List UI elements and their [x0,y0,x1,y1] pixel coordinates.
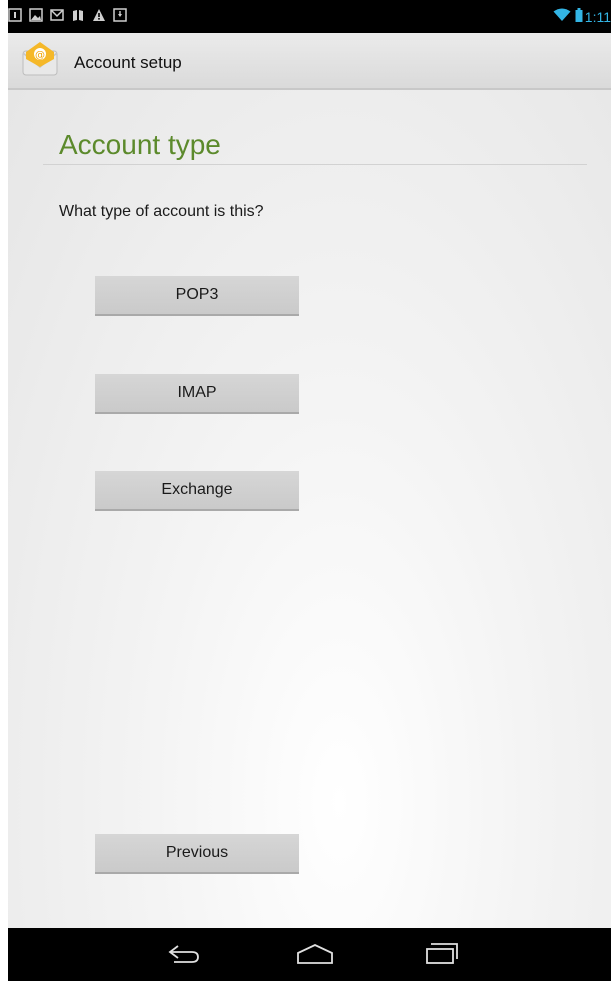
wifi-icon [553,8,571,22]
download-icon [113,8,127,22]
warning-icon [92,8,106,22]
title-divider [43,164,587,165]
books-icon [71,8,85,22]
status-bar: 1:11 [8,0,611,33]
imap-button[interactable]: IMAP [95,374,299,414]
email-app-icon[interactable]: @ [22,41,58,77]
home-icon[interactable] [285,936,345,972]
recents-icon[interactable] [412,936,472,972]
gmail-icon [50,8,64,22]
previous-button[interactable]: Previous [95,834,299,874]
action-bar: @ Account setup [8,33,611,90]
svg-text:@: @ [35,50,45,61]
page-title: Account type [59,129,221,160]
device-screen: 1:11 @ Account setup Account type What t… [8,0,611,981]
action-bar-title: Account setup [74,53,182,72]
exchange-button[interactable]: Exchange [95,471,299,511]
account-type-question: What type of account is this? [59,203,264,220]
pop3-button[interactable]: POP3 [95,276,299,316]
navigation-bar [8,928,611,981]
status-time: 1:11 [584,9,611,25]
account-type-screen: Account type What type of account is thi… [8,90,611,928]
photo-icon [29,8,43,22]
battery-icon [575,8,583,22]
back-icon[interactable] [154,936,214,972]
calendar-icon [8,8,22,22]
